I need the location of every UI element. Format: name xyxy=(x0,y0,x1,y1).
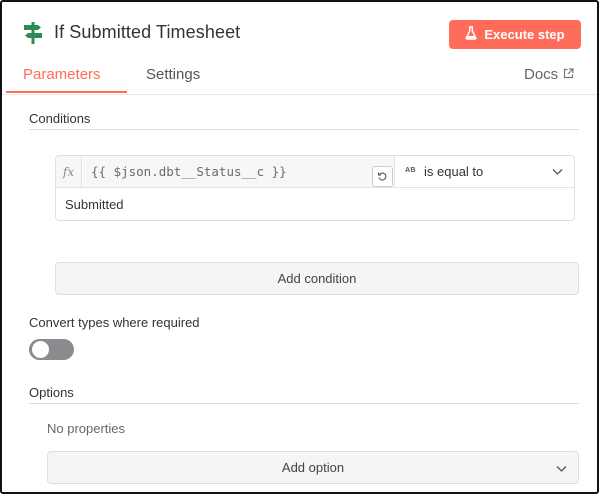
left-value-input[interactable]: {{ $json.dbt__Status__c }} xyxy=(83,156,395,187)
external-link-icon xyxy=(563,66,574,83)
add-option-button[interactable]: Add option xyxy=(47,451,579,484)
add-option-label: Add option xyxy=(281,460,345,475)
flask-icon xyxy=(465,26,477,43)
chevron-down-icon xyxy=(555,462,568,475)
panel-header: If Submitted Timesheet Execute step Para… xyxy=(2,2,597,94)
add-condition-button[interactable]: Add condition xyxy=(55,262,579,295)
parameters-content: Conditions fx {{ $json.dbt__Status__c }}… xyxy=(2,94,597,492)
options-heading: Options xyxy=(29,385,74,400)
active-tab-indicator xyxy=(6,91,127,93)
options-divider xyxy=(29,403,579,404)
condition-row: fx {{ $json.dbt__Status__c }} AB is equa… xyxy=(55,155,575,221)
execute-step-button[interactable]: Execute step xyxy=(449,20,581,49)
conditions-heading: Conditions xyxy=(29,111,91,126)
operator-select[interactable]: AB is equal to xyxy=(396,156,575,187)
tab-parameters[interactable]: Parameters xyxy=(23,66,101,83)
node-title: If Submitted Timesheet xyxy=(54,22,241,42)
docs-label: Docs xyxy=(524,66,559,83)
right-value-input[interactable]: Submitted xyxy=(56,187,574,220)
signpost-icon xyxy=(23,22,43,44)
toggle-knob xyxy=(32,341,49,358)
convert-types-toggle[interactable] xyxy=(29,339,74,360)
convert-types-label: Convert types where required xyxy=(29,315,200,330)
execute-step-label: Execute step xyxy=(484,27,565,42)
no-properties-text: No properties xyxy=(47,421,126,436)
docs-link[interactable]: Docs xyxy=(524,66,574,83)
node-panel: If Submitted Timesheet Execute step Para… xyxy=(0,0,599,494)
conditions-divider xyxy=(29,129,579,130)
operator-label: is equal to xyxy=(424,164,484,179)
expression-fx-icon: fx xyxy=(56,156,82,187)
expression-reset-icon[interactable] xyxy=(372,166,393,187)
chevron-down-icon xyxy=(551,165,564,178)
string-type-icon: AB xyxy=(405,167,416,174)
tab-settings[interactable]: Settings xyxy=(146,66,200,83)
